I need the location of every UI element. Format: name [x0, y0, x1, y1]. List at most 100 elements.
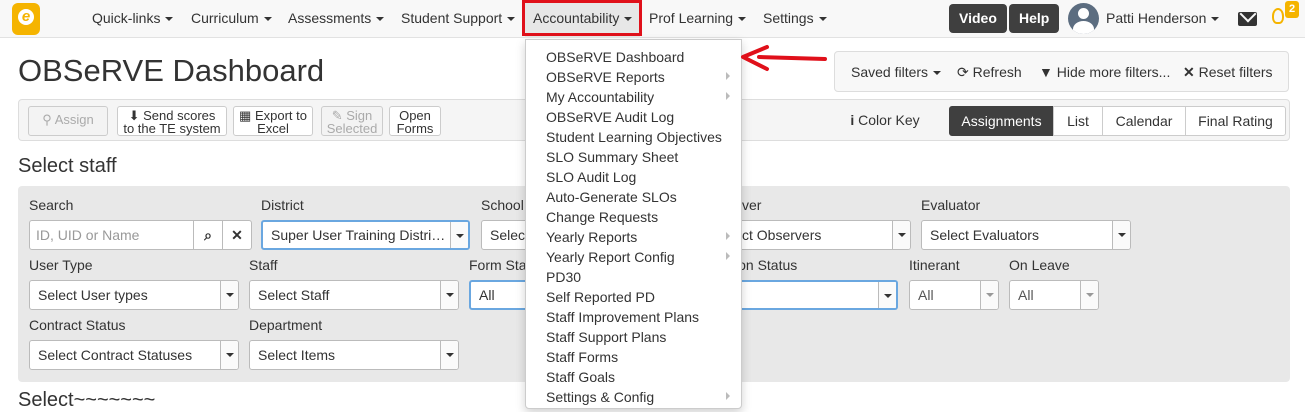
tab-assignments[interactable]: Assignments: [949, 106, 1054, 136]
caret-down-icon: [1211, 17, 1220, 22]
menu-item-staff-forms[interactable]: Staff Forms: [546, 349, 618, 365]
nav-student-support[interactable]: Student Support: [401, 0, 516, 38]
close-icon: ✕: [1183, 64, 1195, 80]
page-title: OBSeRVE Dashboard: [18, 53, 325, 88]
chevron-down-icon: [220, 281, 238, 309]
search-label: Search: [29, 197, 74, 213]
lightbulb-icon[interactable]: [1272, 8, 1284, 24]
filter-icon: ▼: [1039, 64, 1053, 80]
menu-item-staff-goals[interactable]: Staff Goals: [546, 369, 615, 385]
caret-down-icon: [818, 17, 827, 22]
menu-item-observe-reports[interactable]: OBSeRVE Reports: [546, 69, 665, 85]
chevron-down-icon: [980, 281, 998, 309]
export-excel-button[interactable]: ▦ Export to Excel: [233, 106, 313, 136]
chevron-down-icon: [892, 221, 910, 249]
itinerant-select[interactable]: All: [909, 280, 999, 310]
caret-down-icon: [738, 17, 747, 22]
on-leave-label: On Leave: [1009, 257, 1070, 273]
search-input[interactable]: [29, 220, 194, 250]
section-title-select-cycle: Select~~~~~~~: [18, 389, 156, 411]
clear-search-button[interactable]: ✕: [222, 220, 252, 250]
menu-item-self-reported-pd[interactable]: Self Reported PD: [546, 289, 655, 305]
user-type-label: User Type: [29, 257, 93, 273]
district-select[interactable]: Super User Training Distri…: [261, 220, 470, 250]
chevron-down-icon: [440, 281, 458, 309]
caret-down-icon: [376, 17, 385, 22]
chevron-right-icon: [726, 252, 730, 260]
top-navbar: e Quick-links Curriculum Assessments Stu…: [0, 0, 1305, 38]
reset-filters-button[interactable]: ✕ Reset filters: [1183, 52, 1273, 92]
caret-down-icon: [165, 17, 174, 22]
caret-down-icon: [263, 17, 272, 22]
department-label: Department: [249, 317, 323, 333]
mail-icon[interactable]: [1238, 12, 1257, 26]
tab-list[interactable]: List: [1053, 106, 1103, 136]
observer-select[interactable]: ct Observers: [720, 220, 911, 250]
observer-label: ver: [742, 197, 762, 213]
user-avatar-icon[interactable]: [1068, 3, 1099, 34]
nav-curriculum[interactable]: Curriculum: [191, 0, 272, 38]
hide-filters-button[interactable]: ▼ Hide more filters...: [1039, 52, 1170, 92]
user-type-select[interactable]: Select User types: [29, 280, 239, 310]
app-logo[interactable]: e: [12, 3, 40, 35]
color-key-button[interactable]: i Color Key: [835, 106, 935, 136]
menu-item-student-learning-objectives[interactable]: Student Learning Objectives: [546, 129, 722, 145]
saved-filters-button[interactable]: Saved filters: [851, 52, 942, 92]
close-icon: ✕: [231, 227, 243, 243]
menu-item-staff-support-plans[interactable]: Staff Support Plans: [546, 329, 666, 345]
chevron-down-icon: [1112, 221, 1130, 249]
chevron-down-icon: [440, 341, 458, 369]
staff-label: Staff: [249, 257, 278, 273]
menu-item-my-accountability[interactable]: My Accountability: [546, 89, 654, 105]
chevron-down-icon: [220, 341, 238, 369]
nav-assessments[interactable]: Assessments: [288, 0, 385, 38]
accountability-dropdown-menu: OBSeRVE Dashboard OBSeRVE Reports My Acc…: [525, 39, 742, 409]
chevron-right-icon: [726, 92, 730, 100]
refresh-icon: ⟳: [957, 64, 969, 80]
school-label: School: [481, 197, 524, 213]
send-scores-button[interactable]: ⬇ Send scores to the TE system: [117, 106, 227, 136]
tab-final-rating[interactable]: Final Rating: [1185, 106, 1286, 136]
filter-actions-bar: Saved filters ⟳ Refresh ▼ Hide more filt…: [834, 51, 1289, 92]
menu-item-settings-config[interactable]: Settings & Config: [546, 389, 654, 405]
open-forms-button[interactable]: Open Forms: [389, 106, 441, 136]
logo-letter: e: [21, 8, 31, 25]
menu-item-slo-audit-log[interactable]: SLO Audit Log: [546, 169, 636, 185]
staff-select[interactable]: Select Staff: [249, 280, 459, 310]
evaluator-label: Evaluator: [921, 197, 981, 213]
info-icon: i: [850, 112, 855, 128]
menu-item-observe-audit-log[interactable]: OBSeRVE Audit Log: [546, 109, 674, 125]
district-label: District: [261, 197, 304, 213]
section-title-select-staff: Select staff: [18, 155, 117, 177]
user-menu[interactable]: Patti Henderson: [1106, 0, 1220, 37]
chevron-right-icon: [726, 392, 730, 400]
menu-item-staff-improvement-plans[interactable]: Staff Improvement Plans: [546, 309, 699, 325]
io-status-select[interactable]: [720, 280, 898, 310]
menu-item-auto-generate-slos[interactable]: Auto-Generate SLOs: [546, 189, 677, 205]
assign-button[interactable]: ⚲ Assign: [28, 106, 108, 136]
menu-item-yearly-reports[interactable]: Yearly Reports: [546, 229, 637, 245]
search-icon: ⌕: [204, 227, 212, 243]
menu-item-change-requests[interactable]: Change Requests: [546, 209, 658, 225]
menu-item-slo-summary-sheet[interactable]: SLO Summary Sheet: [546, 149, 678, 165]
department-select[interactable]: Select Items: [249, 340, 459, 370]
help-button[interactable]: Help: [1009, 4, 1060, 33]
nav-quick-links[interactable]: Quick-links: [92, 0, 174, 38]
io-status-label: ion Status: [735, 257, 798, 273]
evaluator-select[interactable]: Select Evaluators: [921, 220, 1131, 250]
chevron-down-icon: [450, 222, 468, 248]
menu-item-pd30[interactable]: PD30: [546, 269, 581, 285]
menu-item-yearly-report-config[interactable]: Yearly Report Config: [546, 249, 675, 265]
video-button[interactable]: Video: [949, 4, 1007, 33]
notification-badge: 2: [1285, 1, 1299, 18]
tab-calendar[interactable]: Calendar: [1102, 106, 1186, 136]
nav-prof-learning[interactable]: Prof Learning: [649, 0, 747, 38]
refresh-button[interactable]: ⟳ Refresh: [957, 52, 1022, 92]
chevron-down-icon: [1080, 281, 1098, 309]
sign-selected-button[interactable]: ✎ Sign Selected: [321, 106, 383, 136]
on-leave-select[interactable]: All: [1009, 280, 1099, 310]
search-button[interactable]: ⌕: [193, 220, 223, 250]
nav-settings[interactable]: Settings: [763, 0, 827, 38]
contract-status-select[interactable]: Select Contract Statuses: [29, 340, 239, 370]
menu-item-observe-dashboard[interactable]: OBSeRVE Dashboard: [546, 49, 684, 65]
